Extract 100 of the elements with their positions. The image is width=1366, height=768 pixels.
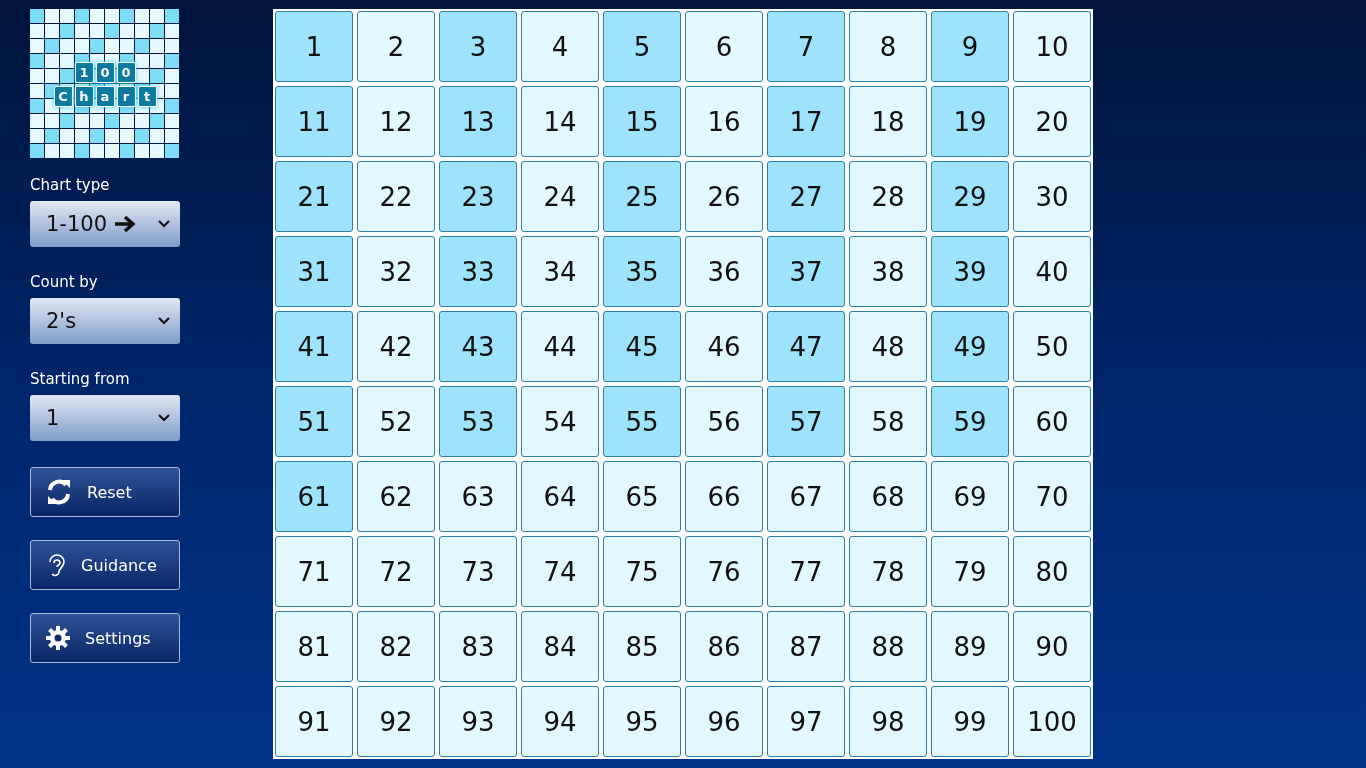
number-cell[interactable]: 74	[521, 536, 599, 607]
dropdown[interactable]: 1	[30, 395, 180, 441]
number-cell[interactable]: 1	[275, 11, 353, 82]
number-cell[interactable]: 77	[767, 536, 845, 607]
number-cell[interactable]: 73	[439, 536, 517, 607]
number-cell[interactable]: 36	[685, 236, 763, 307]
number-cell[interactable]: 59	[931, 386, 1009, 457]
number-cell[interactable]: 45	[603, 311, 681, 382]
number-cell[interactable]: 9	[931, 11, 1009, 82]
number-cell[interactable]: 3	[439, 11, 517, 82]
number-cell[interactable]: 48	[849, 311, 927, 382]
number-cell[interactable]: 82	[357, 611, 435, 682]
number-cell[interactable]: 47	[767, 311, 845, 382]
number-cell[interactable]: 85	[603, 611, 681, 682]
number-cell[interactable]: 33	[439, 236, 517, 307]
number-cell[interactable]: 22	[357, 161, 435, 232]
number-cell[interactable]: 83	[439, 611, 517, 682]
number-cell[interactable]: 35	[603, 236, 681, 307]
number-cell[interactable]: 17	[767, 86, 845, 157]
number-cell[interactable]: 26	[685, 161, 763, 232]
number-cell[interactable]: 54	[521, 386, 599, 457]
number-cell[interactable]: 67	[767, 461, 845, 532]
number-cell[interactable]: 46	[685, 311, 763, 382]
number-cell[interactable]: 20	[1013, 86, 1091, 157]
number-cell[interactable]: 79	[931, 536, 1009, 607]
number-cell[interactable]: 5	[603, 11, 681, 82]
number-cell[interactable]: 62	[357, 461, 435, 532]
number-cell[interactable]: 99	[931, 686, 1009, 757]
number-cell[interactable]: 71	[275, 536, 353, 607]
number-cell[interactable]: 90	[1013, 611, 1091, 682]
number-cell[interactable]: 69	[931, 461, 1009, 532]
number-cell[interactable]: 34	[521, 236, 599, 307]
number-cell[interactable]: 50	[1013, 311, 1091, 382]
number-cell[interactable]: 23	[439, 161, 517, 232]
number-cell[interactable]: 87	[767, 611, 845, 682]
number-cell[interactable]: 14	[521, 86, 599, 157]
number-cell[interactable]: 28	[849, 161, 927, 232]
number-cell[interactable]: 57	[767, 386, 845, 457]
number-cell[interactable]: 58	[849, 386, 927, 457]
number-cell[interactable]: 39	[931, 236, 1009, 307]
number-cell[interactable]: 38	[849, 236, 927, 307]
number-cell[interactable]: 84	[521, 611, 599, 682]
number-cell[interactable]: 66	[685, 461, 763, 532]
number-cell[interactable]: 70	[1013, 461, 1091, 532]
number-cell[interactable]: 88	[849, 611, 927, 682]
number-cell[interactable]: 10	[1013, 11, 1091, 82]
number-cell[interactable]: 60	[1013, 386, 1091, 457]
reset-button[interactable]: Reset	[30, 467, 180, 517]
number-cell[interactable]: 93	[439, 686, 517, 757]
number-cell[interactable]: 64	[521, 461, 599, 532]
number-cell[interactable]: 61	[275, 461, 353, 532]
number-cell[interactable]: 40	[1013, 236, 1091, 307]
number-cell[interactable]: 52	[357, 386, 435, 457]
number-cell[interactable]: 16	[685, 86, 763, 157]
number-cell[interactable]: 97	[767, 686, 845, 757]
number-cell[interactable]: 68	[849, 461, 927, 532]
number-cell[interactable]: 63	[439, 461, 517, 532]
number-cell[interactable]: 44	[521, 311, 599, 382]
number-cell[interactable]: 6	[685, 11, 763, 82]
number-cell[interactable]: 41	[275, 311, 353, 382]
number-cell[interactable]: 29	[931, 161, 1009, 232]
number-cell[interactable]: 95	[603, 686, 681, 757]
number-cell[interactable]: 49	[931, 311, 1009, 382]
number-cell[interactable]: 55	[603, 386, 681, 457]
number-cell[interactable]: 30	[1013, 161, 1091, 232]
number-cell[interactable]: 56	[685, 386, 763, 457]
number-cell[interactable]: 76	[685, 536, 763, 607]
number-cell[interactable]: 37	[767, 236, 845, 307]
number-cell[interactable]: 89	[931, 611, 1009, 682]
number-cell[interactable]: 21	[275, 161, 353, 232]
number-cell[interactable]: 91	[275, 686, 353, 757]
number-cell[interactable]: 43	[439, 311, 517, 382]
dropdown[interactable]: 1-100	[30, 201, 180, 247]
number-cell[interactable]: 25	[603, 161, 681, 232]
number-cell[interactable]: 24	[521, 161, 599, 232]
number-cell[interactable]: 11	[275, 86, 353, 157]
number-cell[interactable]: 4	[521, 11, 599, 82]
number-cell[interactable]: 7	[767, 11, 845, 82]
number-cell[interactable]: 94	[521, 686, 599, 757]
number-cell[interactable]: 32	[357, 236, 435, 307]
number-cell[interactable]: 51	[275, 386, 353, 457]
number-cell[interactable]: 81	[275, 611, 353, 682]
number-cell[interactable]: 100	[1013, 686, 1091, 757]
settings-button[interactable]: Settings	[30, 613, 180, 663]
number-cell[interactable]: 15	[603, 86, 681, 157]
number-cell[interactable]: 13	[439, 86, 517, 157]
number-cell[interactable]: 2	[357, 11, 435, 82]
number-cell[interactable]: 96	[685, 686, 763, 757]
number-cell[interactable]: 12	[357, 86, 435, 157]
number-cell[interactable]: 18	[849, 86, 927, 157]
number-cell[interactable]: 53	[439, 386, 517, 457]
number-cell[interactable]: 98	[849, 686, 927, 757]
guidance-button[interactable]: Guidance	[30, 540, 180, 590]
number-cell[interactable]: 80	[1013, 536, 1091, 607]
number-cell[interactable]: 27	[767, 161, 845, 232]
number-cell[interactable]: 78	[849, 536, 927, 607]
number-cell[interactable]: 92	[357, 686, 435, 757]
number-cell[interactable]: 86	[685, 611, 763, 682]
number-cell[interactable]: 19	[931, 86, 1009, 157]
number-cell[interactable]: 8	[849, 11, 927, 82]
